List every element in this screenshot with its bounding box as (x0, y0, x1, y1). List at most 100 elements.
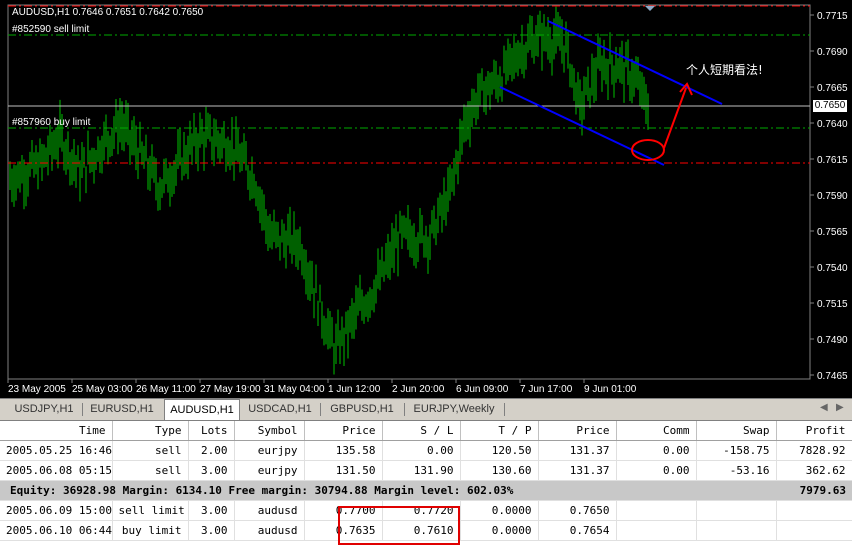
annotation-text: 个人短期看法! (686, 63, 763, 77)
table-row[interactable]: 2005.05.25 16:46 sell 2.00 eurjpy 135.58 0.00… (0, 440, 852, 461)
time-axis: 23 May 2005 25 May 03:00 26 May 11:00 27 Ma… (7, 379, 637, 395)
price-chart[interactable]: 0.7715 0.7690 0.7665 0.7640 0.7615 0.7590 0.75… (0, 0, 852, 398)
tab-eurjpy[interactable]: EURJPY,Weekly (408, 401, 500, 418)
table-cell (616, 500, 697, 521)
time-tick-label: 27 May 19:00 (200, 384, 261, 395)
tab-separator (404, 403, 405, 416)
table-cell: buy limit (112, 520, 189, 541)
column-header[interactable]: Time (0, 421, 113, 441)
table-cell: 3.00 (188, 520, 235, 541)
column-header[interactable]: Price (304, 421, 383, 441)
time-tick-label: 9 Jun 01:00 (584, 384, 637, 395)
time-tick-label: 26 May 11:00 (136, 384, 196, 395)
time-tick-label: 7 Jun 17:00 (520, 384, 573, 395)
table-cell: 2005.06.08 05:15 (0, 460, 113, 481)
table-cell: 131.37 (538, 460, 617, 481)
time-tick-label: 2 Jun 20:00 (392, 384, 445, 395)
table-cell: 362.62 (776, 460, 852, 481)
table-cell: audusd (234, 500, 305, 521)
highlight-box (338, 506, 460, 545)
table-cell: sell (112, 440, 189, 461)
column-header[interactable]: Lots (188, 421, 235, 441)
tab-usdcad[interactable]: USDCAD,H1 (244, 401, 316, 418)
table-cell: 130.60 (460, 460, 539, 481)
tab-usdjpy[interactable]: USDJPY,H1 (8, 401, 80, 418)
price-tick-label: 0.7640 (817, 119, 848, 130)
table-cell: sell limit (112, 500, 189, 521)
account-summary-row: Equity: 36928.98 Margin: 6134.10 Free ma… (0, 480, 852, 501)
time-tick-label: 23 May 2005 (8, 384, 66, 395)
annotation-arrow (663, 87, 687, 149)
column-header[interactable]: Comm (616, 421, 697, 441)
time-tick-label: 25 May 03:00 (72, 384, 133, 395)
tab-separator (504, 403, 505, 416)
price-tick-label: 0.7490 (817, 335, 848, 346)
column-header[interactable]: T / P (460, 421, 539, 441)
table-cell: 2.00 (188, 440, 235, 461)
table-cell: 0.7650 (538, 500, 617, 521)
table-cell: 3.00 (188, 500, 235, 521)
price-tick-label: 0.7590 (817, 191, 848, 202)
table-cell: -158.75 (696, 440, 777, 461)
table-row[interactable]: 2005.06.08 05:15 sell 3.00 eurjpy 131.50 131.… (0, 460, 852, 481)
table-cell: 3.00 (188, 460, 235, 481)
table-cell: eurjpy (234, 460, 305, 481)
current-price-badge: 0.7650 (813, 100, 847, 112)
table-cell (616, 520, 697, 541)
scroll-right-icon[interactable]: ▶ (836, 402, 844, 413)
table-cell: 131.90 (382, 460, 461, 481)
price-tick-label: 0.7615 (817, 155, 848, 166)
column-header[interactable]: Symbol (234, 421, 305, 441)
time-tick-label: 6 Jun 09:00 (456, 384, 509, 395)
buy-limit-label: #857960 buy limit (12, 117, 91, 128)
scroll-left-icon[interactable]: ◀ (820, 402, 828, 413)
table-cell: 0.00 (616, 440, 697, 461)
table-cell: 120.50 (460, 440, 539, 461)
column-header[interactable]: Profit (776, 421, 852, 441)
tab-separator (320, 403, 321, 416)
price-tick-label: 0.7540 (817, 263, 848, 274)
price-tick-label: 0.7515 (817, 299, 848, 310)
column-header[interactable]: Type (112, 421, 189, 441)
table-cell: 135.58 (304, 440, 383, 461)
table-cell: 2005.05.25 16:46 (0, 440, 113, 461)
table-cell (696, 520, 777, 541)
table-cell: 0.00 (616, 460, 697, 481)
price-tick-label: 0.7665 (817, 83, 848, 94)
column-header[interactable]: S / L (382, 421, 461, 441)
table-cell: 7828.92 (776, 440, 852, 461)
chart-canvas: 0.7715 0.7690 0.7665 0.7640 0.7615 0.7590 0.75… (7, 4, 848, 395)
table-cell: 2005.06.09 15:00 (0, 500, 113, 521)
time-tick-label: 1 Jun 12:00 (328, 384, 381, 395)
table-cell: 0.0000 (460, 500, 539, 521)
table-cell (776, 500, 852, 521)
table-cell (696, 500, 777, 521)
table-cell: 131.50 (304, 460, 383, 481)
tab-eurusd[interactable]: EURUSD,H1 (86, 401, 158, 418)
table-cell: 0.00 (382, 440, 461, 461)
table-cell: 0.0000 (460, 520, 539, 541)
price-tick-label: 0.7465 (817, 371, 848, 382)
table-cell: 2005.06.10 06:44 (0, 520, 113, 541)
table-header: Time Type Lots Symbol Price S / LT / P Price Co… (0, 421, 852, 441)
price-tick-label: 0.7690 (817, 47, 848, 58)
tab-separator (82, 403, 83, 416)
table-cell (776, 520, 852, 541)
chart-header: AUDUSD,H1 0.7646 0.7651 0.7642 0.7650 (12, 7, 204, 18)
terminal-panel: Time Type Lots Symbol Price S / LT / P Price Co… (0, 420, 852, 545)
chart-tabs: USDJPY,H1 EURUSD,H1 AUDUSD,H1 USDCAD,H1 … (0, 398, 852, 421)
candles (9, 6, 649, 375)
tab-audusd[interactable]: AUDUSD,H1 (164, 399, 240, 420)
sell-limit-label: #852590 sell limit (12, 24, 90, 35)
tab-gbpusd[interactable]: GBPUSD,H1 (324, 401, 400, 418)
shift-marker-icon (645, 6, 655, 11)
price-tick-label: 0.7715 (817, 11, 848, 22)
column-header[interactable]: Swap (696, 421, 777, 441)
column-header[interactable]: Price (538, 421, 617, 441)
table-cell: -53.16 (696, 460, 777, 481)
price-axis: 0.7715 0.7690 0.7665 0.7640 0.7615 0.7590 0.75… (810, 11, 848, 382)
table-cell: eurjpy (234, 440, 305, 461)
time-tick-label: 31 May 04:00 (264, 384, 325, 395)
trend-channel (499, 6, 723, 166)
account-summary-text: Equity: 36928.98 Margin: 6134.10 Free ma… (0, 480, 776, 501)
